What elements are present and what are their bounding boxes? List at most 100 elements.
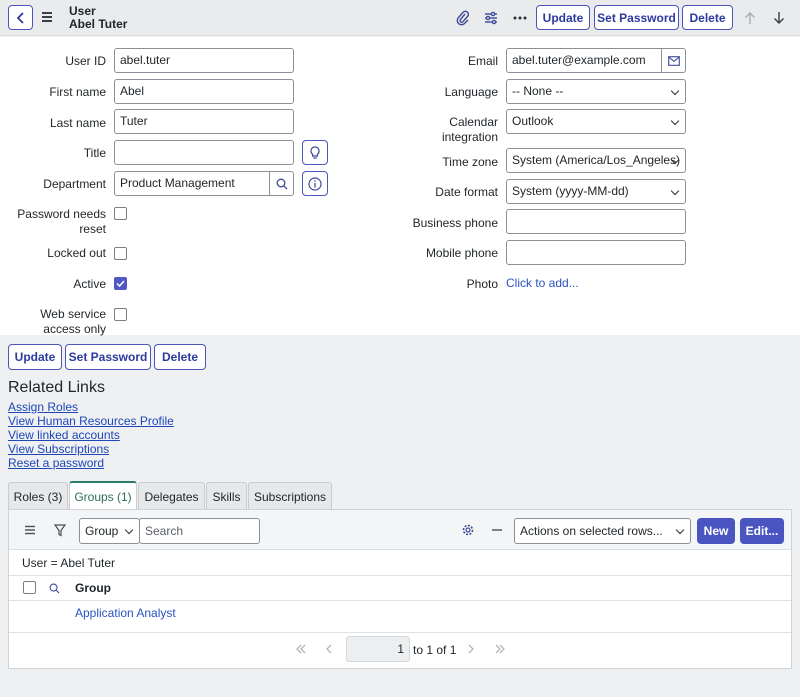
chevron-left-icon (16, 11, 24, 24)
language-select[interactable]: -- None -- (506, 79, 686, 104)
active-label: Active (73, 277, 106, 291)
mobile-phone-label: Mobile phone (425, 246, 498, 260)
new-button[interactable]: New (697, 518, 735, 544)
business-phone-field[interactable] (506, 209, 686, 234)
business-phone-label: Business phone (412, 216, 498, 230)
password-needs-reset-label-line1: Password needs (17, 207, 106, 221)
related-link-reset-password[interactable]: Reset a password (8, 456, 104, 470)
tab-subscriptions[interactable]: Subscriptions (248, 482, 332, 510)
title-field[interactable] (114, 140, 294, 165)
lightbulb-icon (310, 145, 320, 159)
first-name-field[interactable]: Abel (114, 79, 294, 104)
email-send-button[interactable] (661, 48, 686, 73)
related-links-title: Related Links (8, 379, 105, 396)
related-link-assign-roles[interactable]: Assign Roles (8, 400, 78, 414)
update-button[interactable]: Update (536, 5, 590, 30)
tab-groups[interactable]: Groups (1) (69, 481, 137, 510)
set-password-button[interactable]: Set Password (594, 5, 679, 30)
divider (9, 632, 791, 633)
locked-out-checkbox[interactable] (114, 247, 127, 260)
last-page-icon[interactable] (494, 643, 506, 657)
record-name: Abel Tuter (69, 17, 128, 31)
web-service-label-line2: access only (43, 322, 106, 336)
user-id-field[interactable]: abel.tuter (114, 48, 294, 73)
next-page-icon[interactable] (467, 643, 475, 657)
group-row-link[interactable]: Application Analyst (75, 606, 176, 620)
select-all-checkbox[interactable] (23, 581, 36, 594)
list-toolbar: Group Search Actions on selected rows...… (9, 510, 791, 550)
related-link-hr-profile[interactable]: View Human Resources Profile (8, 414, 174, 428)
delete-button[interactable]: Delete (682, 5, 733, 30)
email-label: Email (467, 54, 498, 68)
photo-add-link[interactable]: Click to add... (506, 276, 579, 291)
related-link-linked-accounts[interactable]: View linked accounts (8, 428, 120, 442)
user-form: User ID abel.tuter First name Abel Last … (0, 37, 800, 337)
edit-button[interactable]: Edit... (740, 518, 784, 544)
lightbulb-button[interactable] (302, 140, 328, 165)
search-field-select[interactable]: Group (79, 518, 140, 544)
active-checkbox[interactable] (114, 277, 127, 290)
tab-skills[interactable]: Skills (206, 482, 247, 510)
calendar-label-line2: integration (441, 130, 498, 144)
gear-icon[interactable] (460, 522, 476, 538)
time-zone-select[interactable]: System (America/Los_Angeles) (506, 148, 686, 173)
date-format-select[interactable]: System (yyyy-MM-dd) (506, 179, 686, 204)
locked-out-label: Locked out (47, 246, 106, 260)
first-name-label: First name (49, 85, 106, 99)
calendar-integration-label: Calendar integration (400, 115, 498, 145)
groups-related-list: Group Search Actions on selected rows...… (8, 509, 792, 669)
list-menu-icon[interactable] (22, 522, 38, 538)
calendar-label-line1: Calendar (449, 115, 498, 129)
paperclip-icon[interactable] (454, 9, 472, 27)
title-label: Title (83, 146, 106, 160)
password-needs-reset-checkbox[interactable] (114, 207, 127, 220)
arrow-down-icon[interactable] (772, 9, 786, 27)
department-label: Department (43, 177, 106, 191)
settings-sliders-icon[interactable] (482, 9, 500, 27)
time-zone-label: Time zone (442, 155, 498, 169)
related-link-subscriptions[interactable]: View Subscriptions (8, 442, 109, 456)
web-service-label: Web service access only (8, 307, 106, 337)
bottom-delete-button[interactable]: Delete (154, 344, 206, 370)
collapse-icon[interactable] (489, 522, 505, 538)
divider (9, 600, 791, 601)
department-field[interactable]: Product Management (114, 171, 270, 196)
last-name-label: Last name (49, 116, 106, 130)
password-needs-reset-label-line2: reset (79, 222, 106, 236)
web-service-checkbox[interactable] (114, 308, 127, 321)
bottom-set-password-button[interactable]: Set Password (65, 344, 151, 370)
search-icon (276, 178, 287, 189)
first-page-icon[interactable] (295, 643, 307, 657)
user-id-label: User ID (65, 54, 106, 68)
form-header: User Abel Tuter Update Set Password Dele… (0, 0, 800, 36)
context-menu-icon[interactable] (42, 10, 56, 24)
page-title: User Abel Tuter (69, 5, 127, 31)
list-breadcrumb[interactable]: User = Abel Tuter (22, 556, 115, 570)
list-search-input[interactable]: Search (139, 518, 260, 544)
language-label: Language (444, 85, 498, 99)
department-info-button[interactable] (302, 171, 328, 196)
web-service-label-line1: Web service (40, 307, 106, 321)
actions-select[interactable]: Actions on selected rows... (514, 518, 691, 544)
arrow-up-icon[interactable] (743, 9, 757, 27)
group-column-header[interactable]: Group (75, 581, 111, 595)
checkmark-icon (116, 280, 125, 288)
password-needs-reset-label: Password needs reset (8, 207, 106, 237)
back-button[interactable] (8, 5, 33, 30)
tab-delegates[interactable]: Delegates (138, 482, 205, 510)
last-name-field[interactable]: Tuter (114, 109, 294, 134)
page-number-input[interactable]: 1 (346, 636, 410, 662)
email-field[interactable]: abel.tuter@example.com (506, 48, 662, 73)
previous-page-icon[interactable] (325, 643, 333, 657)
mobile-phone-field[interactable] (506, 240, 686, 265)
calendar-integration-select[interactable]: Outlook (506, 109, 686, 134)
envelope-icon (667, 55, 680, 66)
photo-label: Photo (466, 277, 498, 291)
filter-icon[interactable] (52, 522, 68, 538)
department-lookup-button[interactable] (269, 171, 294, 196)
column-search-icon[interactable] (46, 580, 62, 596)
bottom-update-button[interactable]: Update (8, 344, 62, 370)
tab-roles[interactable]: Roles (3) (8, 482, 68, 510)
page-range-text: to 1 of 1 (413, 643, 457, 657)
more-options-icon[interactable] (511, 9, 529, 27)
